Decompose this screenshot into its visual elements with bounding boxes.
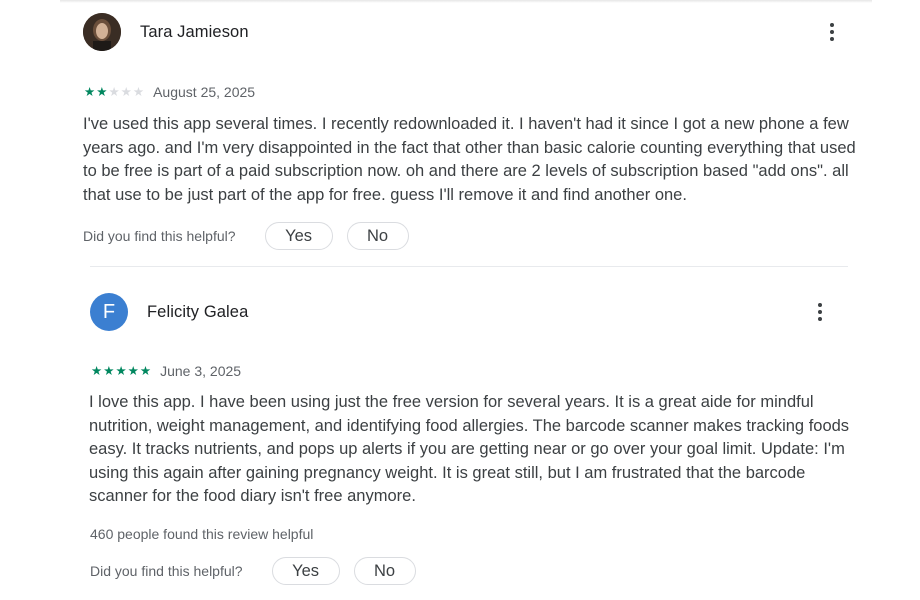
star-icon: ★ (103, 364, 115, 378)
star-icon: ★ (91, 364, 103, 378)
review-text: I've used this app several times. I rece… (83, 115, 856, 204)
star-icon: ★ (120, 85, 132, 99)
helpful-row: Did you find this helpful? Yes No (83, 222, 409, 250)
more-vert-dot (818, 317, 822, 321)
reviewer-name: Felicity Galea (147, 302, 249, 321)
more-vert-dot (830, 37, 834, 41)
review-divider (90, 266, 848, 267)
rating-row: ★ ★ ★ ★ ★ August 25, 2025 (84, 84, 255, 100)
more-options-button[interactable] (810, 298, 830, 326)
star-rating: ★ ★ ★ ★ ★ (91, 364, 152, 378)
star-rating: ★ ★ ★ ★ ★ (84, 85, 145, 99)
star-icon: ★ (84, 85, 96, 99)
helpful-no-button[interactable]: No (353, 557, 416, 585)
helpful-yes-button[interactable]: Yes (271, 557, 340, 585)
more-vert-dot (818, 310, 822, 314)
avatar (83, 13, 121, 51)
more-vert-icon (818, 303, 822, 307)
helpful-no-button[interactable]: No (346, 222, 409, 250)
helpful-count: 460 people found this review helpful (90, 526, 314, 542)
top-shadow (60, 0, 872, 3)
rating-row: ★ ★ ★ ★ ★ June 3, 2025 (91, 363, 241, 379)
review-text: I love this app. I have been using just … (89, 393, 850, 505)
avatar-photo-icon (83, 13, 121, 51)
reviewer-name: Tara Jamieson (140, 22, 249, 41)
reviews-page: Tara Jamieson ★ ★ ★ ★ ★ August 25, 2025 I've… (0, 0, 920, 600)
review-header: F Felicity Galea (90, 293, 248, 331)
more-vert-dot (830, 30, 834, 34)
helpful-question: Did you find this helpful? (90, 563, 243, 579)
more-options-button[interactable] (822, 18, 842, 46)
review-date: June 3, 2025 (160, 363, 242, 379)
review-date: August 25, 2025 (153, 84, 256, 100)
avatar: F (90, 293, 128, 331)
star-icon: ★ (115, 364, 127, 378)
star-icon: ★ (127, 364, 139, 378)
helpful-question: Did you find this helpful? (83, 228, 236, 244)
star-icon: ★ (96, 85, 108, 99)
star-icon: ★ (108, 85, 120, 99)
star-icon: ★ (139, 364, 152, 378)
helpful-yes-button[interactable]: Yes (264, 222, 333, 250)
helpful-row: Did you find this helpful? Yes No (90, 557, 416, 585)
star-icon: ★ (132, 85, 145, 99)
review-header: Tara Jamieson (83, 13, 249, 51)
more-vert-icon (830, 23, 834, 27)
